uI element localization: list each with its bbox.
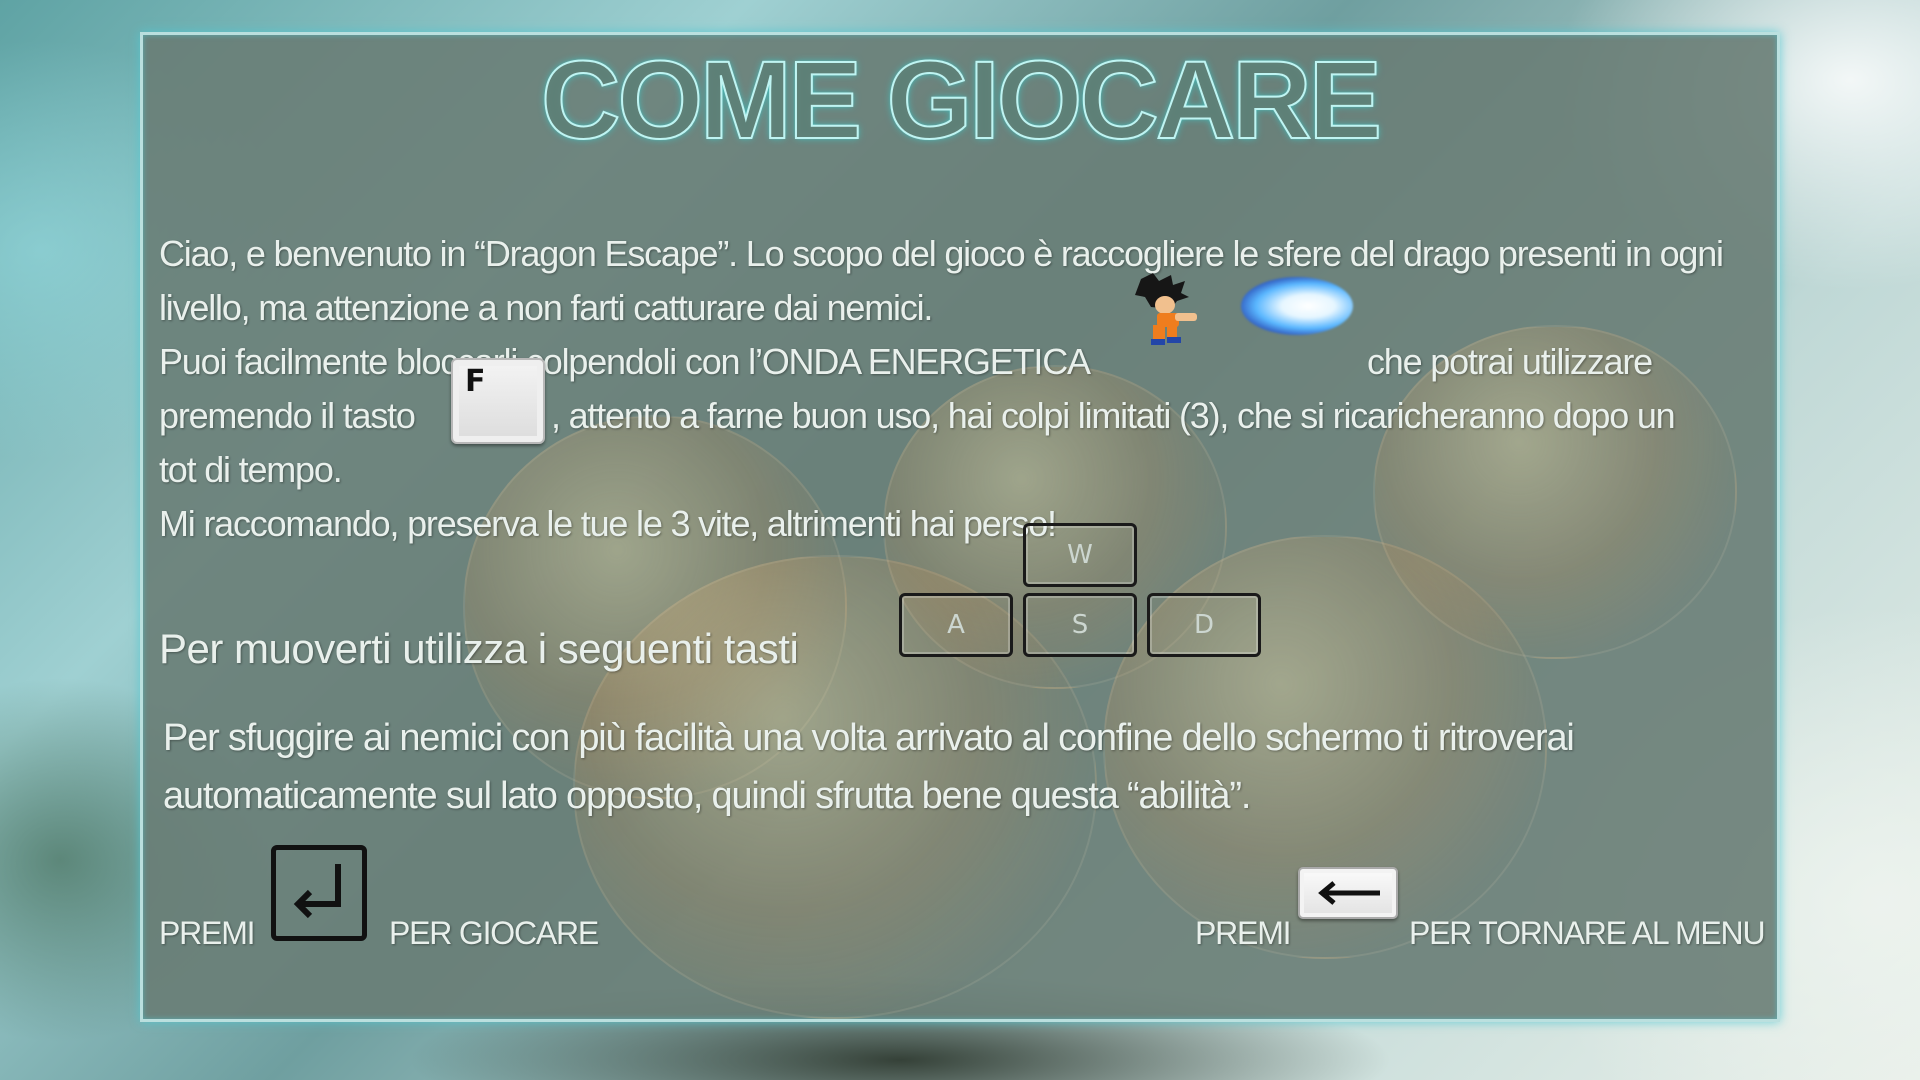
fire-key-label: F	[465, 364, 486, 399]
backspace-key-icon	[1298, 867, 1398, 919]
menu-prefix: PREMI	[1195, 915, 1292, 951]
intro-line-1: Ciao, e benvenuto in “Dragon Escape”. Lo…	[159, 233, 1724, 274]
menu-suffix: PER TORNARE AL MENU	[1409, 915, 1766, 951]
play-prefix: PREMI	[159, 915, 256, 951]
intro-line-2: livello, ma attenzione a non farti cattu…	[159, 287, 933, 328]
energy-wave-icon	[1241, 277, 1353, 335]
intro-line-4-end: , attento a farne buon uso, hai colpi li…	[551, 395, 1676, 436]
left-arrow-icon	[1318, 881, 1380, 905]
intro-line-3-end: che potrai utilizzare	[1367, 341, 1653, 382]
a-key-icon: A	[899, 593, 1013, 657]
s-key-icon: S	[1023, 593, 1137, 657]
intro-line-5: tot di tempo.	[159, 449, 343, 490]
page-title: COME GIOCARE	[540, 39, 1383, 162]
d-key-icon: D	[1147, 593, 1261, 657]
w-key-icon: W	[1023, 523, 1137, 587]
wrap-line-1: Per sfuggire ai nemici con più facilità …	[163, 717, 1575, 759]
fire-key-icon: F	[451, 358, 545, 444]
play-suffix: PER GIOCARE	[389, 915, 599, 951]
enter-arrow-icon	[293, 864, 341, 919]
intro-line-4-start: premendo il tasto	[159, 395, 416, 436]
instructions-panel: COME GIOCARE Ciao, e benvenuto in “Drago…	[140, 32, 1780, 1022]
intro-line-6: Mi raccomando, preserva le tue le 3 vite…	[159, 503, 1057, 544]
wrap-line-2: automaticamente sul lato opposto, quindi…	[163, 775, 1251, 817]
intro-line-3: Puoi facilmente bloccarli colpendoli con…	[159, 341, 1091, 382]
character-sprite-icon	[1135, 273, 1197, 345]
enter-key-icon	[271, 845, 367, 941]
movement-label: Per muoverti utilizza i seguenti tasti	[159, 625, 799, 672]
